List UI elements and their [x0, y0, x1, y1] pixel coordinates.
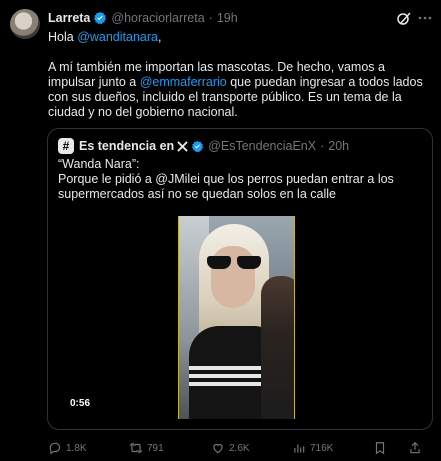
- bookmark-icon: [373, 441, 391, 455]
- author-handle[interactable]: @horaciorlarreta: [111, 11, 204, 25]
- author-name[interactable]: Larreta: [48, 11, 90, 25]
- views-button[interactable]: 716K: [292, 440, 333, 456]
- reply-button[interactable]: 1.8K: [48, 440, 87, 456]
- retweet-count: 791: [147, 442, 164, 454]
- sunglasses: [207, 256, 261, 270]
- like-button[interactable]: 2.6K: [211, 440, 250, 456]
- more-icon[interactable]: [417, 10, 433, 26]
- bookmark-button[interactable]: [373, 440, 391, 456]
- retweet-icon: [129, 441, 147, 455]
- quote-author-handle[interactable]: @EsTendenciaEnX: [208, 139, 316, 153]
- retweet-button[interactable]: 791: [129, 440, 164, 456]
- quoted-tweet[interactable]: # Es tendencia en @EsTendenciaEnX · 20h …: [47, 128, 433, 430]
- post-time[interactable]: 19h: [217, 11, 238, 25]
- quote-author-name[interactable]: Es tendencia en: [79, 139, 174, 153]
- views-count: 716K: [310, 442, 334, 454]
- quote-avatar[interactable]: #: [58, 138, 74, 154]
- author-avatar[interactable]: [10, 9, 40, 39]
- greeting-comma: ,: [157, 30, 162, 44]
- post-text: Hola @wanditanara, A mí también me impor…: [48, 30, 433, 120]
- reply-count: 1.8K: [66, 442, 87, 454]
- quote-body: Porque le pidió a @JMilei que los perros…: [58, 172, 394, 201]
- x-logo-icon: [177, 140, 188, 152]
- like-icon: [211, 441, 229, 455]
- post-greeting: Hola @wanditanara,: [48, 30, 433, 45]
- video-frame[interactable]: [178, 216, 295, 419]
- grok-icon[interactable]: [396, 10, 412, 26]
- video-duration: 0:56: [66, 396, 95, 411]
- greeting-text: Hola: [48, 30, 78, 44]
- quote-text: “Wanda Nara”: Porque le pidió a @JMilei …: [58, 157, 423, 202]
- quote-title: “Wanda Nara”:: [58, 157, 140, 171]
- post-paragraph: A mí también me importan las mascotas. D…: [48, 60, 433, 120]
- separator-dot: ·: [320, 139, 325, 153]
- views-icon: [292, 441, 310, 455]
- mention-link[interactable]: @wanditanara: [77, 30, 158, 44]
- verified-icon: [93, 11, 107, 25]
- reply-icon: [48, 441, 66, 455]
- action-bar: 1.8K 791 2.6K 716K: [48, 440, 433, 456]
- separator-dot: ·: [208, 11, 213, 25]
- mention-link[interactable]: @emmaferrario: [140, 75, 227, 89]
- verified-icon: [191, 140, 204, 153]
- quote-time[interactable]: 20h: [328, 139, 349, 153]
- share-icon: [408, 441, 426, 455]
- quote-header: # Es tendencia en @EsTendenciaEnX · 20h: [58, 137, 349, 155]
- like-count: 2.6K: [229, 442, 250, 454]
- share-button[interactable]: [408, 440, 426, 456]
- tweet-header: Larreta @horaciorlarreta · 19h: [48, 9, 238, 27]
- video-player[interactable]: 0:56: [58, 216, 422, 419]
- tweet[interactable]: Larreta @horaciorlarreta · 19h Hola @wan…: [0, 0, 441, 461]
